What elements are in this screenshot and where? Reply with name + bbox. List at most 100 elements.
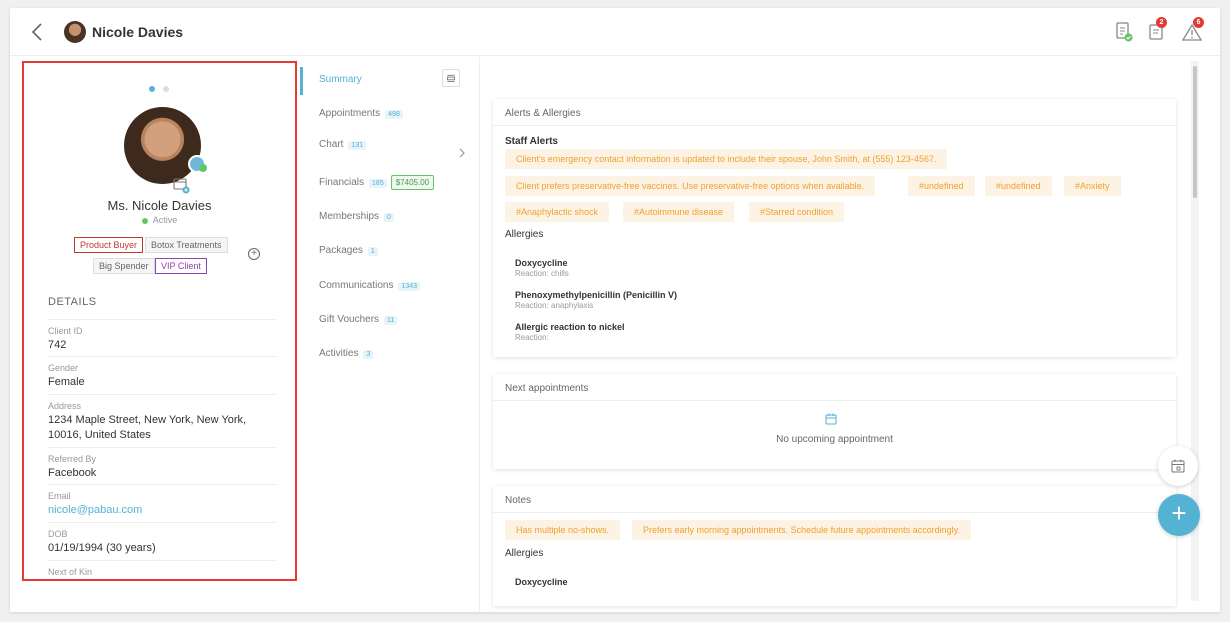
tab-label: Appointments: [319, 108, 381, 119]
notes-badge: 2: [1156, 17, 1167, 28]
tab-label: Packages: [319, 245, 363, 256]
tab-count: 1343: [398, 282, 421, 291]
detail-label: Gender: [48, 363, 79, 373]
allergy-reaction: Reaction:: [515, 333, 549, 342]
alert-badge: 6: [1193, 17, 1204, 28]
details-title: DETAILS: [48, 296, 97, 308]
allergy-name: Allergic reaction to nickel: [515, 322, 625, 332]
detail-label: Email: [48, 491, 71, 501]
tab-packages[interactable]: Packages 1: [319, 245, 378, 256]
alert-chip[interactable]: #Autoimmune disease: [623, 202, 735, 222]
tab-label: Chart: [319, 139, 344, 150]
card-title: Notes: [493, 486, 1176, 513]
tag-product-buyer[interactable]: Product Buyer: [74, 237, 144, 253]
detail-value: 01/19/1994 (30 years): [48, 542, 156, 554]
tab-count: 498: [385, 110, 403, 119]
header-avatar[interactable]: [64, 21, 86, 43]
tab-count: 0: [384, 213, 394, 222]
tab-gift-vouchers[interactable]: Gift Vouchers 11: [319, 314, 398, 325]
detail-gender: Gender Female: [48, 356, 277, 390]
allergy-reaction: Reaction: anaphylaxis: [515, 301, 594, 310]
alert-chip[interactable]: #Anaphylactic shock: [505, 202, 610, 222]
alert-chip[interactable]: #Anxiety: [1064, 176, 1121, 196]
detail-referred-by: Referred By Facebook: [48, 447, 277, 481]
calendar-icon: [825, 413, 837, 425]
tab-appointments[interactable]: Appointments 498: [319, 108, 403, 119]
scrollbar-thumb[interactable]: [1193, 66, 1197, 198]
note-chip[interactable]: Prefers early morning appointments. Sche…: [632, 520, 972, 540]
detail-address: Address 1234 Maple Street, New York, New…: [48, 394, 277, 443]
detail-value: 742: [48, 339, 67, 351]
carousel-dot-1[interactable]: [149, 86, 155, 92]
tab-count: 3: [363, 350, 374, 359]
detail-client-id: Client ID 742: [48, 319, 277, 353]
alert-chip[interactable]: #Starred condition: [749, 202, 845, 222]
note-chip[interactable]: Has multiple no-shows.: [505, 520, 621, 540]
carousel-dot-2[interactable]: [163, 86, 169, 92]
email-link[interactable]: nicole@pabau.com: [48, 503, 277, 518]
profile-full-name: Ms. Nicole Davies: [107, 198, 212, 213]
detail-value: Facebook: [48, 467, 97, 479]
expand-icon[interactable]: [442, 69, 460, 87]
tab-chart[interactable]: Chart 131: [319, 139, 367, 150]
tab-activities[interactable]: Activities 3: [319, 348, 374, 359]
id-card-icon[interactable]: [172, 176, 190, 194]
calendar-fab[interactable]: [1158, 446, 1198, 486]
tab-label: Communications: [319, 280, 394, 291]
back-icon[interactable]: [28, 20, 48, 44]
card-title: Next appointments: [493, 374, 1176, 401]
active-indicator: [300, 67, 303, 95]
client-subnav: Summary Appointments 498 Chart 131 Financi…: [300, 57, 480, 612]
tag-botox-treatments[interactable]: Botox Treatments: [145, 237, 228, 253]
tab-label: Gift Vouchers: [319, 314, 380, 325]
chevron-right-icon[interactable]: [458, 147, 466, 159]
alert-chip[interactable]: #undefined: [985, 176, 1052, 196]
client-name: Nicole Davies: [92, 24, 184, 40]
status-badge: Active: [24, 215, 295, 225]
profile-panel: Ms. Nicole Davies Active Product Buyer B…: [22, 61, 297, 581]
detail-label: Client ID: [48, 326, 83, 336]
allergy-name: Doxycycline: [515, 258, 568, 268]
detail-label: Next of Kin: [48, 567, 93, 577]
tab-label: Activities: [319, 348, 359, 359]
tab-count: 11: [384, 316, 398, 325]
tab-label: Financials: [319, 177, 365, 188]
notes-card: Notes Has multiple no-shows. Prefers ear…: [493, 486, 1176, 606]
header: Nicole Davies 2 6: [10, 8, 1220, 56]
detail-label: Referred By: [48, 454, 97, 464]
tab-count: 131: [348, 141, 367, 150]
detail-label: DOB: [48, 529, 68, 539]
calendar-icon: [1171, 459, 1185, 473]
client-window: Nicole Davies 2 6 Ms. Nicole Davies Acti…: [10, 8, 1220, 612]
document-check-icon[interactable]: [1112, 20, 1136, 44]
tab-summary[interactable]: Summary: [319, 74, 362, 85]
tab-memberships[interactable]: Memberships 0: [319, 211, 394, 222]
tab-financials[interactable]: Financials 185 $7405.00: [319, 175, 435, 190]
alert-chip[interactable]: Client prefers preservative-free vaccine…: [505, 176, 876, 196]
alerts-allergies-card: Alerts & Allergies Staff Alerts Client's…: [493, 99, 1176, 357]
detail-label: Address: [48, 401, 82, 411]
allergy-name: Doxycycline: [515, 577, 568, 587]
tab-count: 1: [367, 247, 378, 256]
status-dot: [141, 217, 148, 224]
tab-label: Memberships: [319, 211, 380, 222]
detail-dob: DOB 01/19/1994 (30 years): [48, 522, 277, 556]
alert-chip[interactable]: #undefined: [908, 176, 975, 196]
tab-count: 185: [369, 179, 387, 188]
avatar-check-badge: [199, 164, 207, 172]
tag-big-spender[interactable]: Big Spender: [93, 258, 155, 274]
card-title: Alerts & Allergies: [493, 99, 1176, 126]
allergy-reaction: Reaction: chills: [515, 269, 569, 278]
add-tag-button[interactable]: +: [248, 248, 260, 260]
tab-communications[interactable]: Communications 1343: [319, 280, 421, 291]
avatar[interactable]: [124, 107, 201, 184]
tab-label: Summary: [319, 74, 362, 85]
empty-state-text: No upcoming appointment: [776, 434, 893, 445]
detail-value: Female: [48, 376, 85, 388]
detail-next-of-kin: Next of Kin: [48, 560, 277, 579]
add-fab[interactable]: +: [1158, 494, 1200, 536]
status-text: Active: [152, 215, 178, 225]
financial-amount-badge: $7405.00: [390, 175, 435, 190]
alert-chip[interactable]: Client's emergency contact information i…: [505, 149, 948, 169]
tag-vip-client[interactable]: VIP Client: [155, 258, 207, 274]
